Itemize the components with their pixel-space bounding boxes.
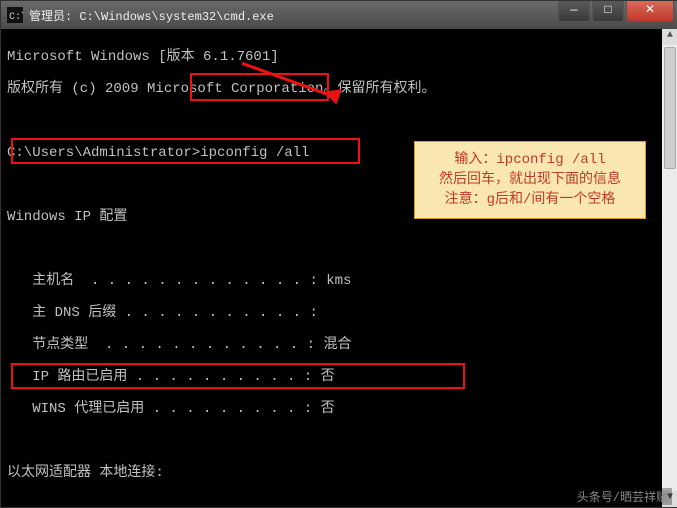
maximize-button[interactable]: □ [592,1,624,22]
banner-line: Microsoft Windows [版本 6.1.7601] [7,49,656,65]
host-value: kms [326,273,351,289]
annotation-box: 输入：ipconfig /all 然后回车，就出现下面的信息 注意：g后和/间有… [414,141,646,219]
prompt: C:\Users\Administrator> [7,145,200,161]
close-button[interactable]: ✕ [626,1,674,22]
scroll-up-button[interactable]: ▲ [662,29,677,45]
host-label: 主机名 . . . . . . . . . . . . . : [7,273,326,289]
annotation-line: 注意：g后和/间有一个空格 [425,190,635,210]
output-line: 节点类型 . . . . . . . . . . . . : 混合 [7,337,656,353]
scroll-thumb[interactable] [664,47,676,169]
scrollbar[interactable]: ▲ ▼ [662,29,677,507]
output-line: WINS 代理已启用 . . . . . . . . . : 否 [7,401,656,417]
cmd-icon: C:\ [7,7,23,23]
svg-text:C:\: C:\ [9,11,23,23]
cmd-window: C:\ 管理员: C:\Windows\system32\cmd.exe — □… [0,0,677,508]
command-input: ipconfig /all [200,145,309,161]
titlebar[interactable]: C:\ 管理员: C:\Windows\system32\cmd.exe — □… [1,1,677,29]
output-line: 主 DNS 后缀 . . . . . . . . . . . : [7,305,656,321]
window-controls: — □ ✕ [556,1,674,21]
section-header: 以太网适配器 本地连接: [7,465,656,481]
minimize-button[interactable]: — [558,1,590,22]
output-line: IP 路由已启用 . . . . . . . . . . : 否 [7,369,656,385]
watermark: 头条号/晒芸祥赋 [573,488,672,505]
annotation-line: 然后回车，就出现下面的信息 [425,170,635,190]
annotation-line: 输入：ipconfig /all [425,150,635,170]
